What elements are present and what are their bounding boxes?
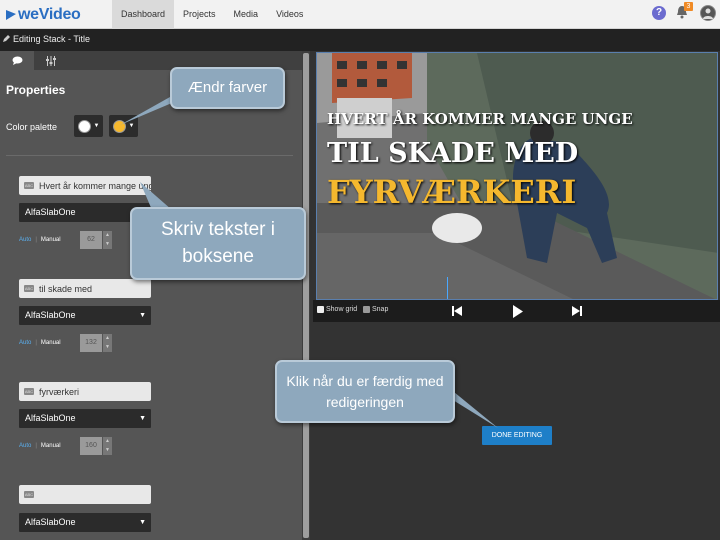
size-manual-toggle[interactable]: Manual — [41, 340, 61, 346]
stack-title: Editing Stack - Title — [13, 34, 91, 44]
playhead[interactable] — [447, 277, 448, 299]
tab-text[interactable] — [0, 51, 34, 70]
notification-badge: 3 — [684, 2, 693, 11]
text-input-2[interactable]: ABC til skade med — [19, 279, 151, 298]
snap-checkbox[interactable]: Snap — [363, 306, 388, 313]
text-input-3[interactable]: ABC fyrværkeri — [19, 382, 151, 401]
nav-videos[interactable]: Videos — [267, 0, 312, 29]
font-size-input[interactable]: 160 — [80, 437, 102, 455]
chevron-down-icon: ▼ — [139, 312, 146, 319]
video-caption-2: TIL SKADE MED — [327, 138, 579, 169]
text-icon: ABC — [24, 491, 34, 498]
font-select-value: AlfaSlabOne — [25, 413, 76, 423]
top-bar: weVideo Dashboard Projects Media Videos … — [0, 0, 720, 29]
callout-click-done: Klik når du er færdig med redigeringen — [275, 360, 455, 423]
nav-dashboard[interactable]: Dashboard — [112, 0, 175, 29]
panel-scrollbar[interactable] — [302, 51, 310, 540]
size-stepper[interactable]: ▲ ▼ — [103, 437, 112, 455]
callout-write-texts: Skriv tekster i boksene — [130, 207, 306, 280]
font-size-input[interactable]: 132 — [80, 334, 102, 352]
text-icon: ABC — [24, 388, 34, 395]
text-input-value: til skade med — [39, 283, 93, 294]
color-swatch-white[interactable]: ▼ — [74, 115, 103, 137]
snap-label: Snap — [372, 306, 389, 313]
text-input-value: fyrværkeri — [39, 386, 79, 397]
size-manual-toggle[interactable]: Manual — [41, 443, 61, 449]
text-icon: ABC — [24, 182, 34, 189]
pencil-icon — [3, 35, 10, 42]
size-stepper[interactable]: ▲ ▼ — [103, 334, 112, 352]
user-icon — [703, 8, 713, 19]
logo-text: weVideo — [18, 6, 81, 23]
video-preview[interactable]: HVERT ÅR KOMMER MANGE UNGE TIL SKADE MED… — [316, 52, 718, 300]
main-nav: Dashboard Projects Media Videos — [112, 0, 312, 29]
size-row-2: Auto | Manual 132 ▲ ▼ — [19, 334, 112, 352]
size-stepper[interactable]: ▲ ▼ — [103, 231, 112, 249]
scroll-thumb[interactable] — [303, 53, 309, 538]
avatar[interactable] — [700, 5, 716, 21]
play-icon[interactable] — [512, 305, 524, 318]
font-select-value: AlfaSlabOne — [25, 517, 76, 527]
text-input-4[interactable]: ABC — [19, 485, 151, 504]
stack-bar: Editing Stack - Title — [0, 29, 720, 51]
speech-bubble-icon — [12, 56, 22, 65]
size-manual-toggle[interactable]: Manual — [41, 237, 61, 243]
show-grid-checkbox[interactable]: Show grid — [317, 306, 357, 313]
help-icon[interactable]: ? — [652, 6, 666, 20]
wevideo-logo[interactable]: weVideo — [6, 5, 81, 25]
size-auto-toggle[interactable]: Auto — [19, 340, 31, 346]
font-select-4[interactable]: AlfaSlabOne ▼ — [19, 513, 151, 532]
top-icons: ? 3 — [652, 2, 716, 21]
skip-forward-icon[interactable] — [571, 305, 583, 317]
size-auto-toggle[interactable]: Auto — [19, 443, 31, 449]
white-swatch — [77, 119, 91, 133]
sliders-icon — [46, 55, 56, 66]
chevron-down-icon: ▼ — [139, 415, 146, 422]
nav-projects[interactable]: Projects — [174, 0, 225, 29]
font-select-2[interactable]: AlfaSlabOne ▼ — [19, 306, 151, 325]
tab-adjust[interactable] — [34, 51, 68, 70]
notifications-button[interactable]: 3 — [676, 2, 693, 21]
text-input-value: Hvert år kommer mange ung — [39, 180, 151, 191]
video-caption-1: HVERT ÅR KOMMER MANGE UNGE — [327, 110, 633, 128]
checkbox-icon — [363, 306, 370, 313]
font-select-3[interactable]: AlfaSlabOne ▼ — [19, 409, 151, 428]
font-select-value: AlfaSlabOne — [25, 310, 76, 320]
size-auto-toggle[interactable]: Auto — [19, 237, 31, 243]
play-triangle-icon — [6, 10, 16, 20]
size-row-1: Auto | Manual 62 ▲ ▼ — [19, 231, 112, 249]
color-palette-label: Color palette — [6, 122, 58, 132]
text-icon: ABC — [24, 285, 34, 292]
chevron-down-icon: ▼ — [139, 519, 146, 526]
nav-media[interactable]: Media — [225, 0, 268, 29]
size-row-3: Auto | Manual 160 ▲ ▼ — [19, 437, 112, 455]
skip-back-icon[interactable] — [451, 305, 463, 317]
font-size-input[interactable]: 62 — [80, 231, 102, 249]
playback-controls: Show grid Snap — [313, 300, 720, 322]
checkbox-icon — [317, 306, 324, 313]
text-input-1[interactable]: ABC Hvert år kommer mange ung — [19, 176, 151, 195]
video-caption-3: FYRVÆRKERI — [327, 173, 577, 211]
callout-change-colors: Ændr farver — [170, 67, 285, 109]
chevron-down-icon: ▼ — [93, 123, 100, 129]
divider — [6, 155, 293, 156]
font-select-value: AlfaSlabOne — [25, 207, 76, 217]
properties-title: Properties — [6, 83, 66, 97]
show-grid-label: Show grid — [326, 306, 358, 313]
